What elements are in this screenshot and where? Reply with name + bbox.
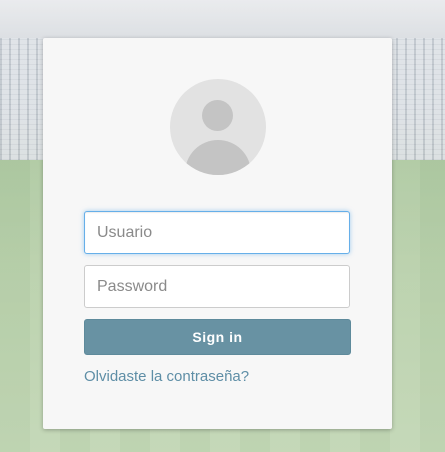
login-page: Sign in Olvidaste la contraseña? [0, 0, 445, 452]
login-card: Sign in Olvidaste la contraseña? [43, 38, 392, 429]
sign-in-button[interactable]: Sign in [84, 319, 351, 355]
password-input[interactable] [84, 265, 350, 308]
forgot-password-link[interactable]: Olvidaste la contraseña? [84, 368, 249, 385]
user-avatar-icon [170, 79, 266, 175]
username-input[interactable] [84, 211, 350, 254]
avatar-body [185, 140, 251, 175]
avatar-head [202, 100, 233, 131]
